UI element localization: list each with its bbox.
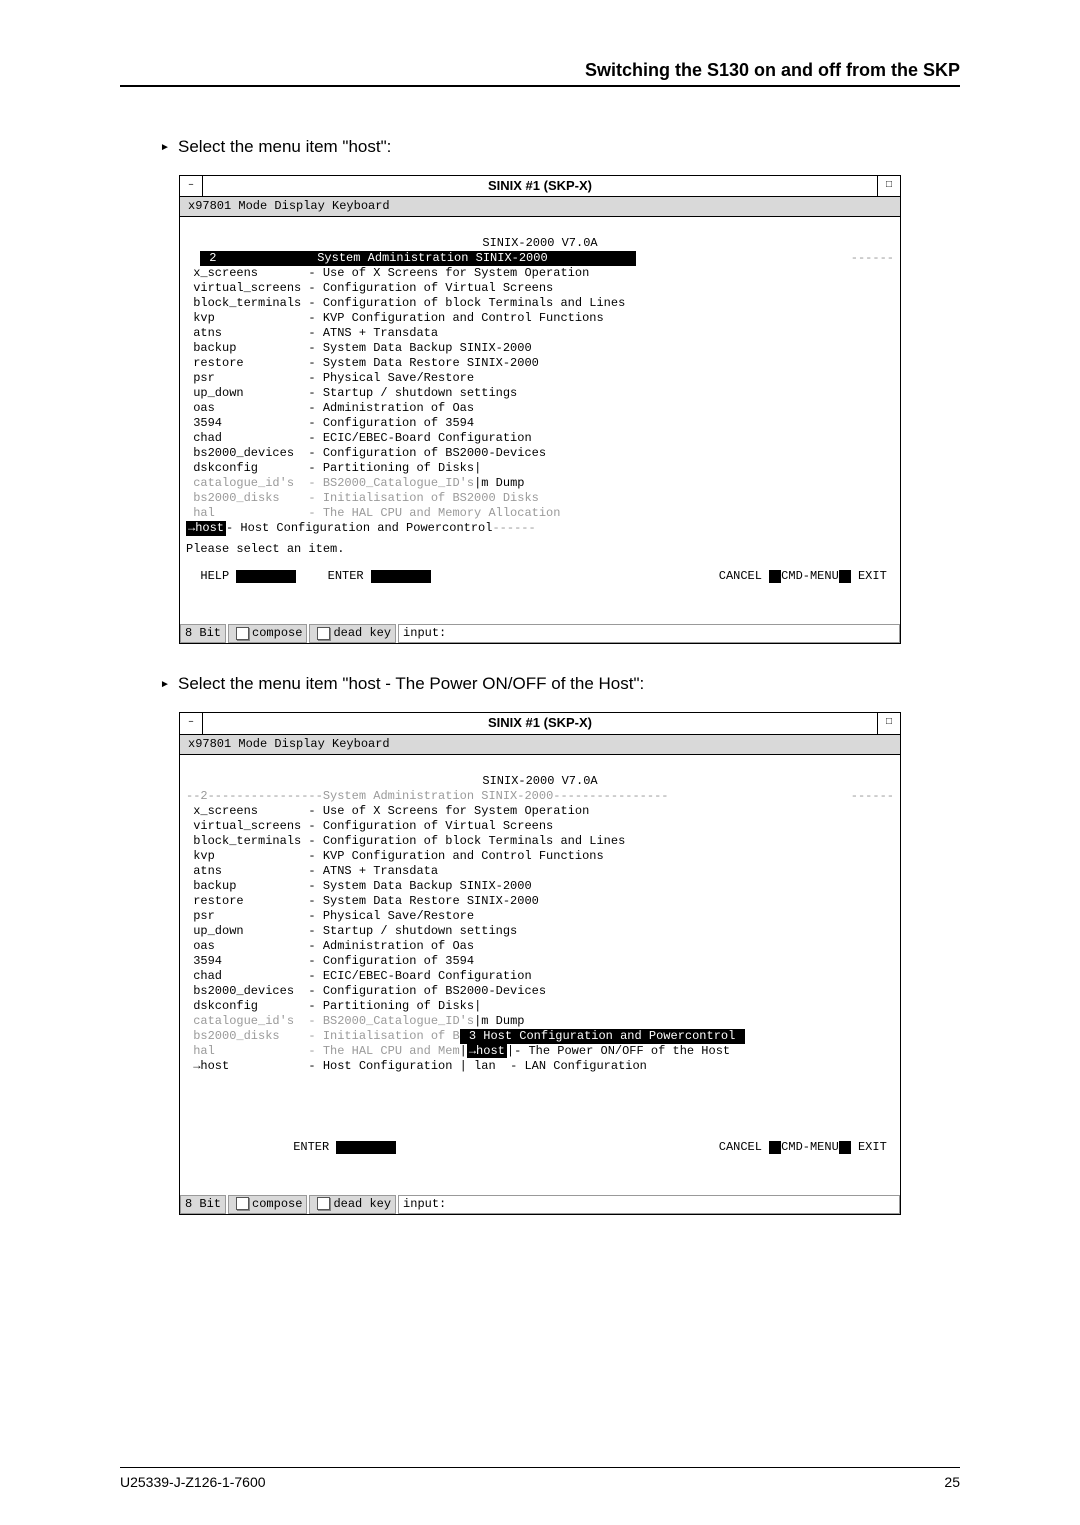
cancel-pill — [769, 570, 781, 583]
sinix-window-2: – SINIX #1 (SKP-X) □ x97801 Mode Display… — [179, 712, 901, 1214]
menu-item[interactable]: bs2000_devices - Configuration of BS2000… — [186, 446, 894, 461]
menu-item[interactable]: bs2000_disks - Initialisation of B 3 Hos… — [186, 1029, 894, 1044]
status-deadkey[interactable]: dead key — [309, 1195, 396, 1214]
enter-pill — [371, 570, 431, 583]
dash-seg: ------ — [851, 789, 894, 804]
menu-item[interactable]: psr - Physical Save/Restore — [186, 371, 894, 386]
input-field[interactable]: input: — [398, 624, 900, 643]
status-compose[interactable]: compose — [228, 624, 307, 643]
help-button[interactable]: HELP — [186, 569, 236, 584]
titlebar: – SINIX #1 (SKP-X) □ — [180, 713, 900, 734]
menu-item[interactable]: oas - Administration of Oas — [186, 939, 894, 954]
menu-item[interactable]: kvp - KVP Configuration and Control Func… — [186, 311, 894, 326]
doc-id: U25339-J-Z126-1-7600 — [120, 1474, 266, 1490]
titlebar: – SINIX #1 (SKP-X) □ — [180, 176, 900, 197]
menu-item[interactable]: catalogue_id's - BS2000_Catalogue_ID's |… — [186, 476, 894, 491]
window-menu-icon[interactable]: – — [180, 713, 203, 733]
menu-item[interactable]: virtual_screens - Configuration of Virtu… — [186, 281, 894, 296]
version-line: SINIX-2000 V7.0A — [186, 774, 894, 789]
admin-header: 2 System Administration SINIX-2000 — [200, 251, 636, 266]
cmd-menu-button[interactable]: CMD-MENU — [781, 569, 839, 584]
statusbar: 8 Bit compose dead key input: — [180, 1195, 900, 1214]
menu-item[interactable]: atns - ATNS + Transdata — [186, 326, 894, 341]
terminal-area: SINIX-2000 V7.0A 2 System Administration… — [180, 217, 900, 624]
cancel-button[interactable]: CANCEL — [712, 1140, 770, 1155]
cancel-button[interactable]: CANCEL — [712, 569, 770, 584]
maximize-icon[interactable]: □ — [877, 176, 900, 196]
maximize-icon[interactable]: □ — [877, 713, 900, 733]
enter-button[interactable]: ENTER — [320, 569, 370, 584]
menu-item[interactable]: chad - ECIC/EBEC-Board Configuration — [186, 431, 894, 446]
statusbar: 8 Bit compose dead key input: — [180, 624, 900, 643]
menu-item[interactable]: backup - System Data Backup SINIX-2000 — [186, 341, 894, 356]
menu-item[interactable]: bs2000_devices - Configuration of BS2000… — [186, 984, 894, 999]
select-prompt: Please select an item. — [186, 542, 344, 556]
admin-header-faded: System Administration SINIX-2000 — [323, 789, 553, 804]
version-line: SINIX-2000 V7.0A — [186, 236, 894, 251]
menu-item[interactable]: hal - The HAL CPU and Mem|→host|- The Po… — [186, 1044, 894, 1059]
cmd-menu-button[interactable]: CMD-MENU — [781, 1140, 839, 1155]
menu-item[interactable]: x_screens - Use of X Screens for System … — [186, 266, 894, 281]
status-bit: 8 Bit — [180, 1195, 226, 1214]
instruction-1: Select the menu item "host": — [160, 137, 960, 157]
menu-item[interactable]: →host - Host Configuration and Powercont… — [186, 521, 894, 536]
menu-item[interactable]: bs2000_disks - Initialisation of BS2000 … — [186, 491, 894, 506]
sinix-window-1: – SINIX #1 (SKP-X) □ x97801 Mode Display… — [179, 175, 901, 644]
checkbox-icon[interactable] — [236, 1197, 249, 1210]
menu-item-host[interactable]: →host — [186, 521, 226, 536]
input-field[interactable]: input: — [398, 1195, 900, 1214]
exit-button[interactable]: EXIT — [851, 569, 894, 584]
menu-item[interactable]: block_terminals - Configuration of block… — [186, 834, 894, 849]
menu-item[interactable]: up_down - Startup / shutdown settings — [186, 386, 894, 401]
menubar[interactable]: x97801 Mode Display Keyboard — [180, 735, 900, 755]
checkbox-icon[interactable] — [317, 627, 330, 640]
enter-button[interactable]: ENTER — [286, 1140, 336, 1155]
menu-item[interactable]: →host - Host Configuration | lan - LAN C… — [186, 1059, 894, 1074]
page-footer: U25339-J-Z126-1-7600 25 — [120, 1467, 960, 1490]
help-pill — [236, 570, 296, 583]
section-title: Switching the S130 on and off from the S… — [120, 60, 960, 87]
menu-item[interactable]: dskconfig - Partitioning of Disks | — [186, 999, 894, 1014]
terminal-area: SINIX-2000 V7.0A--2----------------Syste… — [180, 755, 900, 1195]
menu-item[interactable]: 3594 - Configuration of 3594 — [186, 954, 894, 969]
menu-item[interactable]: backup - System Data Backup SINIX-2000 — [186, 879, 894, 894]
menu-item[interactable]: up_down - Startup / shutdown settings — [186, 924, 894, 939]
menu-item[interactable]: atns - ATNS + Transdata — [186, 864, 894, 879]
cmd-pill — [839, 570, 851, 583]
menu-item[interactable]: virtual_screens - Configuration of Virtu… — [186, 819, 894, 834]
exit-button[interactable]: EXIT — [851, 1140, 894, 1155]
menu-item[interactable]: restore - System Data Restore SINIX-2000 — [186, 356, 894, 371]
menu-item[interactable]: oas - Administration of Oas — [186, 401, 894, 416]
cmd-pill — [839, 1141, 851, 1154]
status-compose[interactable]: compose — [228, 1195, 307, 1214]
menu-item[interactable]: kvp - KVP Configuration and Control Func… — [186, 849, 894, 864]
menu-item[interactable]: block_terminals - Configuration of block… — [186, 296, 894, 311]
menu-item[interactable]: chad - ECIC/EBEC-Board Configuration — [186, 969, 894, 984]
status-deadkey[interactable]: dead key — [309, 624, 396, 643]
cancel-pill — [769, 1141, 781, 1154]
menu-item[interactable]: 3594 - Configuration of 3594 — [186, 416, 894, 431]
checkbox-icon[interactable] — [317, 1197, 330, 1210]
window-title: SINIX #1 (SKP-X) — [203, 713, 877, 733]
dash-seg: ------ — [851, 251, 894, 266]
status-bit: 8 Bit — [180, 624, 226, 643]
menu-item[interactable]: restore - System Data Restore SINIX-2000 — [186, 894, 894, 909]
dash-seg: ---------------- — [553, 789, 668, 804]
instruction-2: Select the menu item "host - The Power O… — [160, 674, 960, 694]
enter-pill — [336, 1141, 396, 1154]
menu-item[interactable]: psr - Physical Save/Restore — [186, 909, 894, 924]
page-number: 25 — [944, 1474, 960, 1490]
window-title: SINIX #1 (SKP-X) — [203, 176, 877, 196]
submenu-item-host[interactable]: →host — [467, 1044, 507, 1058]
window-menu-icon[interactable]: – — [180, 176, 203, 196]
menu-item[interactable]: x_screens - Use of X Screens for System … — [186, 804, 894, 819]
dash-seg: --2---------------- — [186, 789, 323, 804]
menu-item[interactable]: catalogue_id's - BS2000_Catalogue_ID's |… — [186, 1014, 894, 1029]
menubar[interactable]: x97801 Mode Display Keyboard — [180, 197, 900, 217]
submenu-title: 3 Host Configuration and Powercontrol — [460, 1029, 745, 1044]
menu-item[interactable]: hal - The HAL CPU and Memory Allocation — [186, 506, 894, 521]
checkbox-icon[interactable] — [236, 627, 249, 640]
menu-item[interactable]: dskconfig - Partitioning of Disks | — [186, 461, 894, 476]
